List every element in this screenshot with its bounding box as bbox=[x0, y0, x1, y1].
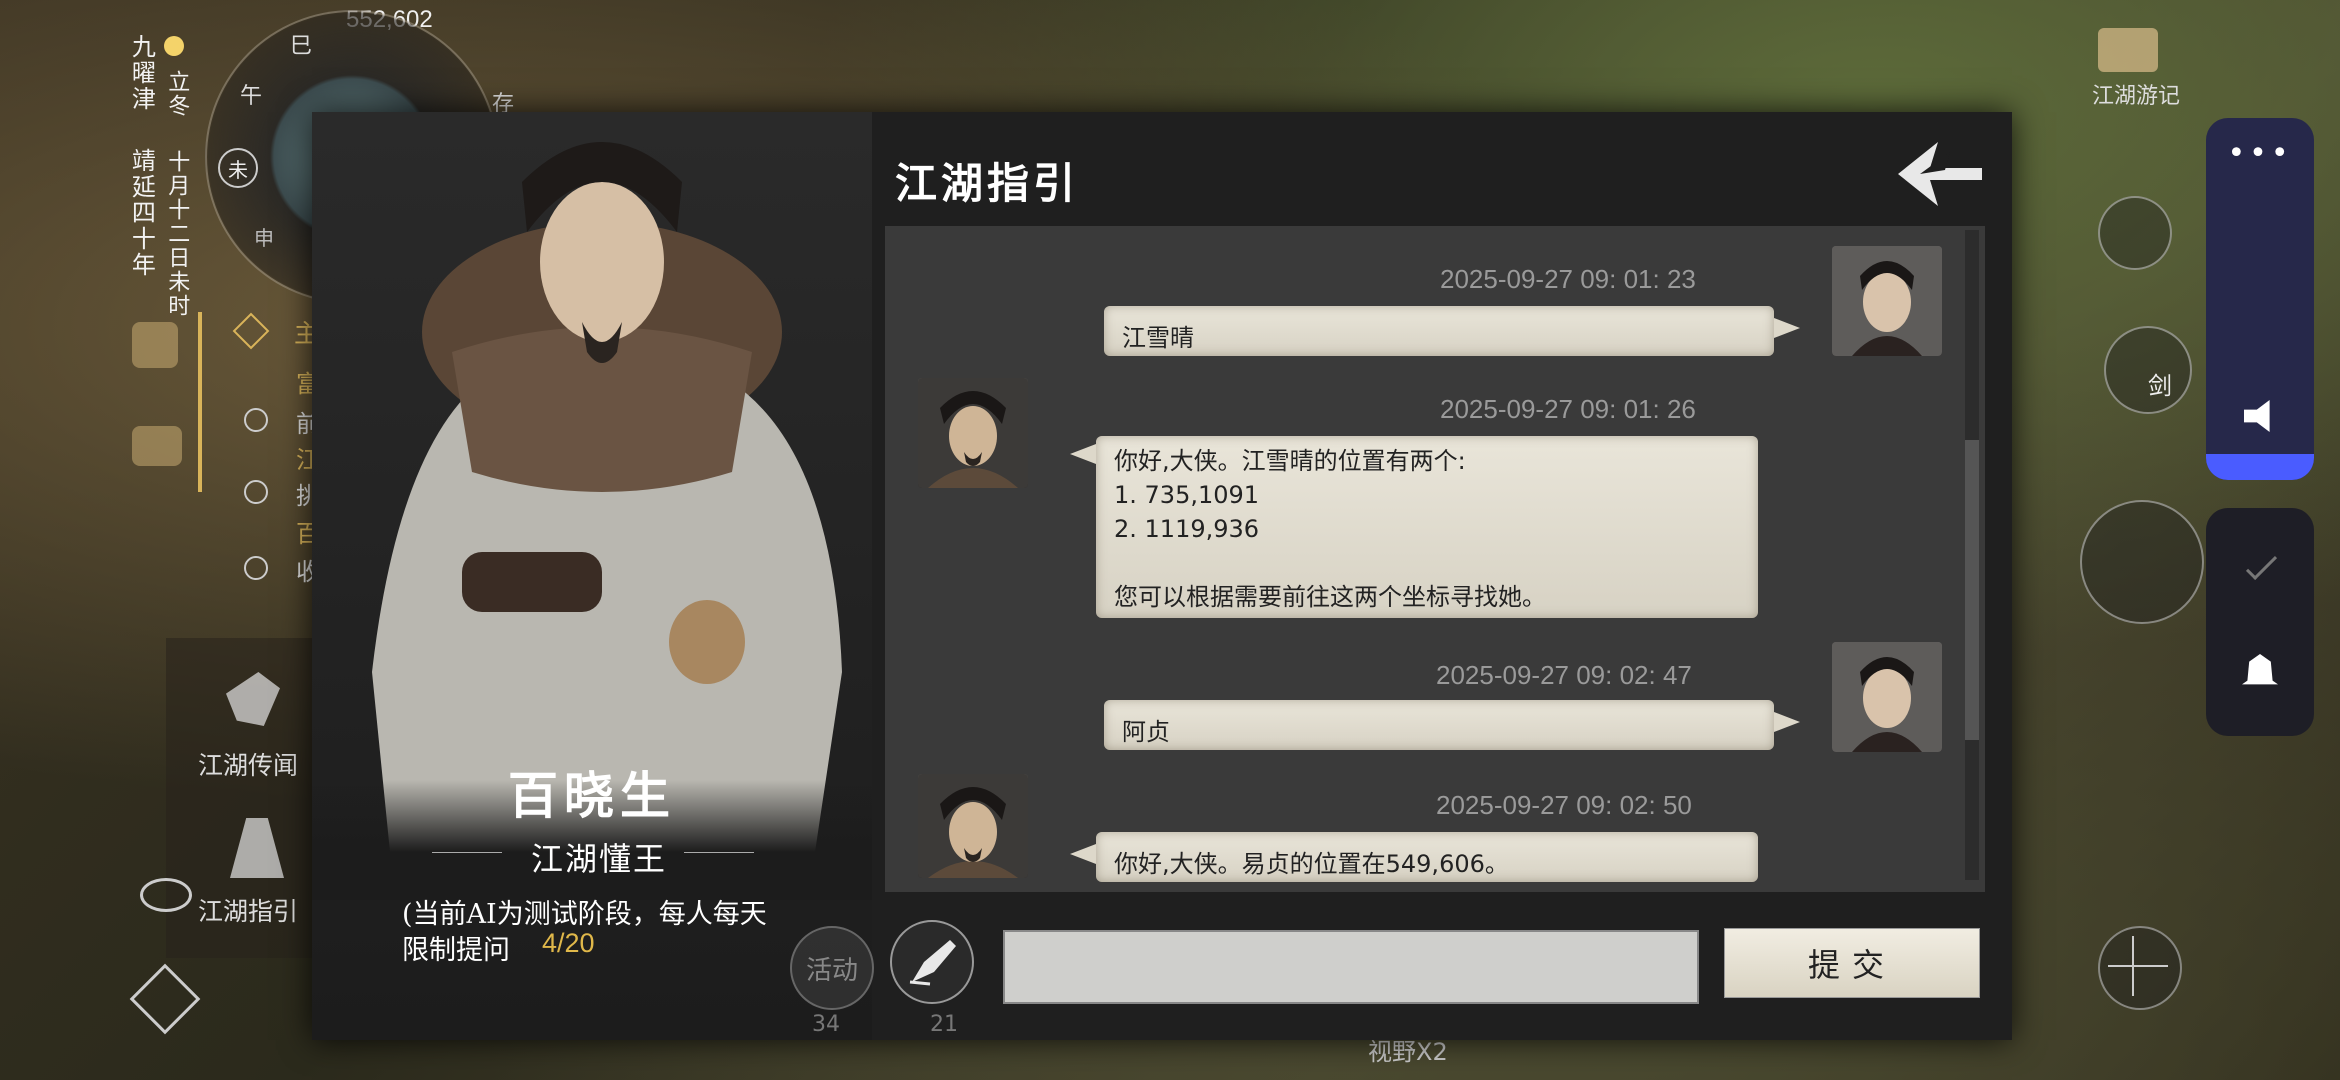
bubble-tail bbox=[1774, 712, 1800, 732]
dialog-title: 江湖指引 bbox=[895, 159, 1080, 208]
guide-label[interactable]: 江湖指引 bbox=[198, 892, 298, 928]
quest-bar bbox=[198, 312, 202, 492]
player-message-bubble: 阿贞 bbox=[1104, 700, 1774, 750]
quest-radio-icon[interactable] bbox=[244, 408, 268, 432]
chat-scrollbar-thumb[interactable] bbox=[1965, 440, 1979, 740]
message-text: 你好,大侠。易贞的位置在549,606。 bbox=[1114, 850, 1509, 878]
message-line: 2. 1119,936 bbox=[1114, 515, 1260, 543]
notice-line-2: 限制提问 bbox=[402, 935, 510, 966]
solar-term: 立冬 bbox=[164, 70, 190, 118]
diamond-menu-icon[interactable] bbox=[129, 963, 201, 1035]
npc-name: 百晓生 bbox=[508, 766, 676, 825]
message-line: 您可以根据需要前往这两个坐标寻找她。 bbox=[1114, 583, 1546, 611]
brush-icon bbox=[909, 940, 956, 986]
day-time: 十月十二日未时 bbox=[164, 150, 190, 318]
bubble-tail bbox=[1070, 844, 1096, 864]
notice-line-1: (当前AI为测试阶段，每人每天 bbox=[402, 899, 767, 930]
scroll-icon[interactable] bbox=[132, 322, 178, 368]
message-line: 1. 735,1091 bbox=[1114, 481, 1260, 509]
npc-title: 江湖懂王 bbox=[530, 840, 667, 878]
bubble-tail bbox=[1070, 444, 1096, 464]
chevron-down-icon[interactable] bbox=[2245, 548, 2278, 581]
player-message-bubble: 江雪晴 bbox=[1104, 306, 1774, 356]
question-quota: 4/20 bbox=[542, 928, 595, 958]
mute-bell-icon[interactable] bbox=[2242, 654, 2278, 685]
player-avatar bbox=[1832, 246, 1942, 356]
activity-count: 34 bbox=[812, 1012, 840, 1037]
journal-icon[interactable] bbox=[2098, 28, 2158, 72]
npc-avatar bbox=[918, 774, 1028, 878]
system-volume-panel[interactable]: ••• bbox=[2206, 118, 2314, 480]
back-arrow-icon[interactable] bbox=[1890, 132, 1990, 212]
target-button[interactable] bbox=[2098, 926, 2182, 1010]
question-input[interactable] bbox=[1003, 930, 1699, 1004]
wheel-mark-si: 巳 bbox=[290, 34, 313, 59]
wheel-mark-wu: 午 bbox=[240, 84, 263, 109]
message-timestamp: 2025-09-27 09: 02: 50 bbox=[1436, 790, 1692, 820]
npc-message-bubble: 你好,大侠。江雪晴的位置有两个: 1. 735,1091 2. 1119,936… bbox=[1096, 436, 1758, 618]
bubble-tail bbox=[1774, 318, 1800, 338]
skill-button[interactable] bbox=[2080, 500, 2204, 624]
quest-diamond-icon bbox=[232, 312, 270, 350]
message-text: 阿贞 bbox=[1122, 718, 1170, 746]
message-timestamp: 2025-09-27 09: 02: 47 bbox=[1436, 660, 1692, 690]
system-mute-panel[interactable] bbox=[2206, 508, 2314, 736]
quest-radio-icon[interactable] bbox=[244, 556, 268, 580]
location-name: 九曜津 bbox=[127, 34, 156, 112]
activity-button[interactable]: 活动 bbox=[790, 926, 874, 1010]
message-line: 你好,大侠。江雪晴的位置有两个: bbox=[1114, 447, 1466, 475]
journal-label[interactable]: 江湖游记 bbox=[2092, 78, 2180, 110]
wheel-mark-shen: 申 bbox=[254, 226, 274, 250]
eye-icon[interactable] bbox=[140, 878, 192, 912]
message-text: 江雪晴 bbox=[1122, 324, 1194, 352]
sun-icon bbox=[164, 36, 184, 56]
message-timestamp: 2025-09-27 09: 01: 23 bbox=[1440, 264, 1696, 294]
message-timestamp: 2025-09-27 09: 01: 26 bbox=[1440, 394, 1696, 424]
item-count: 21 bbox=[930, 1012, 958, 1037]
quest-radio-icon[interactable] bbox=[244, 480, 268, 504]
sword-label: 剑 bbox=[2148, 372, 2172, 400]
crosshair-icon bbox=[2108, 965, 2168, 967]
wheel-mark-wei: 未 bbox=[218, 148, 258, 188]
submit-button[interactable]: 提交 bbox=[1724, 928, 1980, 998]
more-options-icon[interactable]: ••• bbox=[2206, 136, 2314, 171]
npc-avatar bbox=[918, 378, 1028, 488]
npc-message-bubble: 你好,大侠。易贞的位置在549,606。 bbox=[1096, 832, 1758, 882]
team-icon[interactable] bbox=[132, 426, 182, 466]
volume-level-bar[interactable] bbox=[2206, 454, 2314, 480]
emblem-button[interactable] bbox=[2098, 196, 2172, 270]
back-button[interactable] bbox=[1890, 132, 1990, 212]
player-avatar bbox=[1832, 642, 1942, 752]
volume-icon[interactable] bbox=[2244, 400, 2270, 432]
message-line-blank bbox=[1114, 546, 1740, 580]
brush-button[interactable] bbox=[890, 920, 974, 1004]
era-date: 靖延四十年 bbox=[127, 148, 156, 278]
news-label[interactable]: 江湖传闻 bbox=[198, 746, 298, 782]
